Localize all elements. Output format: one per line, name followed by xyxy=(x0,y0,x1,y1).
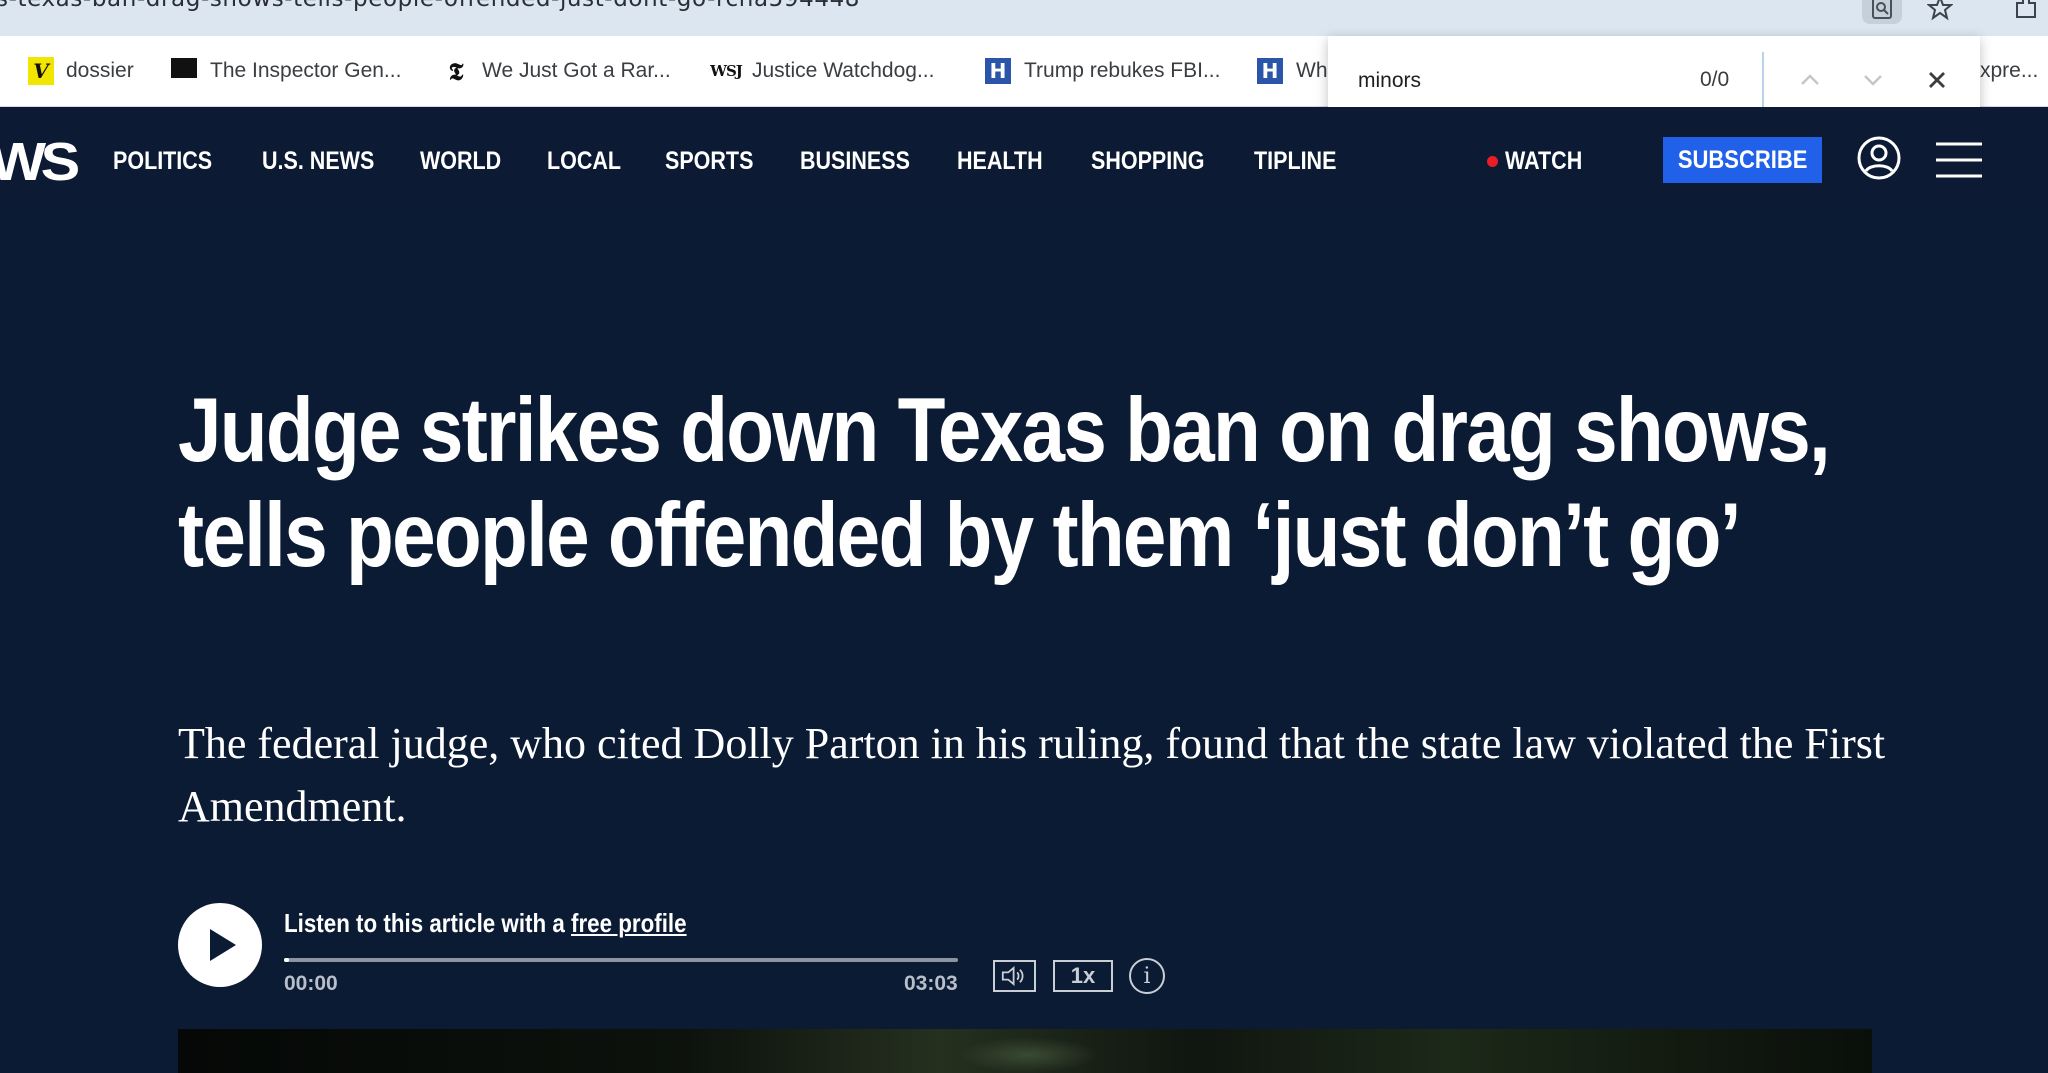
site-logo[interactable]: WS xyxy=(0,131,80,193)
live-dot-icon xyxy=(1487,156,1498,167)
bookmark-trump-rebukes[interactable]: H Trump rebukes FBI... xyxy=(984,54,1220,88)
address-bar[interactable]: s-texas-ban-drag-shows-tells-people-offe… xyxy=(0,0,2048,36)
nav-health[interactable]: HEALTH xyxy=(957,147,1043,176)
play-button[interactable] xyxy=(178,903,262,987)
nav-us-news[interactable]: U.S. NEWS xyxy=(262,147,374,176)
bookmark-label: Trump rebukes FBI... xyxy=(1024,59,1221,82)
bookmark-justice-watchdog[interactable]: WSJ Justice Watchdog... xyxy=(710,54,935,88)
site-navigation: WS POLITICS U.S. NEWS WORLD LOCAL SPORTS… xyxy=(0,107,2048,215)
hill-icon: H xyxy=(984,57,1012,85)
chevron-down-icon xyxy=(1864,75,1882,86)
bookmark-rare[interactable]: 𝕿 We Just Got a Rar... xyxy=(442,54,671,88)
bookmark-wh[interactable]: H Wh xyxy=(1256,54,1328,88)
bookmark-label: Justice Watchdog... xyxy=(752,59,935,82)
nav-local[interactable]: LOCAL xyxy=(547,147,621,176)
nyt-icon: 𝕿 xyxy=(448,56,464,86)
article-headline: Judge strikes down Texas ban on drag sho… xyxy=(178,380,1831,586)
listen-prompt-text: Listen to this article with a xyxy=(284,908,565,938)
find-previous-button[interactable] xyxy=(1790,60,1830,100)
bookmark-label: We Just Got a Rar... xyxy=(482,59,671,82)
lead-video[interactable] xyxy=(178,1029,1872,1073)
close-icon xyxy=(1929,72,1945,88)
nav-watch[interactable]: WATCH xyxy=(1505,147,1582,176)
speaker-icon xyxy=(1001,965,1024,987)
find-result-count: 0/0 xyxy=(1700,68,1730,91)
find-divider xyxy=(1762,52,1764,108)
nav-politics[interactable]: POLITICS xyxy=(113,147,212,176)
extensions-icon[interactable] xyxy=(2006,0,2046,24)
search-page-icon[interactable] xyxy=(1862,0,1902,24)
listen-prompt: Listen to this article with a free profi… xyxy=(284,908,687,939)
bookmark-star-icon[interactable] xyxy=(1920,0,1960,24)
find-close-button[interactable] xyxy=(1917,60,1957,100)
wsj-icon: WSJ xyxy=(710,62,743,80)
nav-shopping[interactable]: SHOPPING xyxy=(1091,147,1205,176)
volume-button[interactable] xyxy=(993,960,1036,992)
nav-world[interactable]: WORLD xyxy=(420,147,501,176)
nav-tipline[interactable]: TIPLINE xyxy=(1254,147,1336,176)
audio-progress-fill xyxy=(284,958,290,962)
vanity-fair-icon: V xyxy=(28,57,54,85)
url-text[interactable]: s-texas-ban-drag-shows-tells-people-offe… xyxy=(0,0,860,12)
hamburger-menu-icon[interactable] xyxy=(1936,140,1982,180)
info-button[interactable]: i xyxy=(1129,958,1165,994)
subscribe-button[interactable]: SUBSCRIBE xyxy=(1663,137,1822,183)
hill-icon: H xyxy=(1256,57,1284,85)
account-icon[interactable] xyxy=(1856,135,1902,181)
play-icon xyxy=(210,929,236,961)
bookmark-label: xpre... xyxy=(1980,59,2039,82)
find-next-button[interactable] xyxy=(1853,60,1893,100)
find-input[interactable] xyxy=(1356,62,1660,100)
chevron-up-icon xyxy=(1801,74,1819,85)
audio-progress-bar[interactable] xyxy=(284,958,958,962)
nav-sports[interactable]: SPORTS xyxy=(665,147,753,176)
current-time: 00:00 xyxy=(284,972,338,995)
bookmark-label: dossier xyxy=(66,59,134,82)
bookmark-label: Wh xyxy=(1296,59,1328,82)
free-profile-link[interactable]: free profile xyxy=(571,908,687,938)
inspector-icon xyxy=(170,57,198,85)
nav-business[interactable]: BUSINESS xyxy=(800,147,910,176)
playback-speed-button[interactable]: 1x xyxy=(1053,960,1113,992)
total-time: 03:03 xyxy=(904,972,958,995)
article-dek: The federal judge, who cited Dolly Parto… xyxy=(178,719,1886,831)
bookmark-express[interactable]: xpre... xyxy=(1980,54,2038,88)
bookmark-label: The Inspector Gen... xyxy=(210,59,402,82)
bookmark-dossier[interactable]: V dossier xyxy=(28,54,134,88)
bookmark-inspector-general[interactable]: The Inspector Gen... xyxy=(170,54,401,88)
